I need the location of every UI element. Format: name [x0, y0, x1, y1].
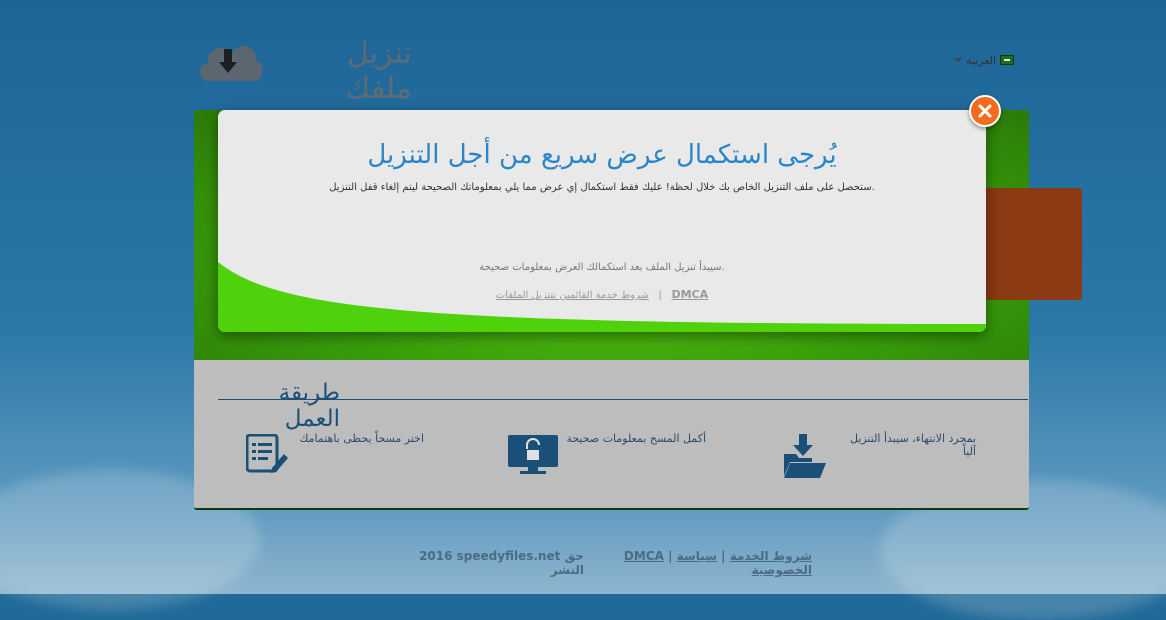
footer-terms-link[interactable]: شروط الخدمة [730, 549, 812, 563]
modal-separator: | [658, 290, 662, 301]
modal-links: شروط خدمة القائمين بتنزيل الملفات | DMCA [218, 288, 986, 301]
survey-edit-icon [246, 434, 288, 473]
footer-dmca-link[interactable]: DMCA [624, 549, 664, 563]
footer-links: DMCA | شروط الخدمة | سياسة الخصوصية [612, 549, 812, 577]
side-ribbon [985, 188, 1082, 300]
modal-dmca-link[interactable]: DMCA [671, 288, 708, 301]
close-button[interactable] [969, 95, 1001, 127]
step-3-text: بمجرد الانتهاء، سيبدأ التنزيل آلياً [849, 432, 976, 458]
footer-separator: | [668, 549, 673, 563]
how-it-works-title: طريقة العمل [278, 380, 340, 432]
language-label: العربية [966, 53, 997, 67]
site-title: تنزيل ملفك [345, 36, 412, 106]
divider [218, 399, 1028, 400]
modal-description: .ستحصل على ملف التنزيل الخاص بك خلال لحظ… [329, 182, 875, 193]
close-icon [978, 104, 992, 118]
modal-note: .سيبدأ تنزيل الملف بعد استكمالك العرض بم… [479, 262, 725, 273]
modal-title: يُرجى استكمال عرض سريع من أجل التنزيل [367, 140, 837, 170]
footer-separator: | [721, 549, 726, 563]
offer-modal: يُرجى استكمال عرض سريع من أجل التنزيل .س… [218, 110, 986, 332]
step-2-text: أكمل المسح بمعلومات صحيحة [566, 432, 706, 445]
footer-copyright: 2016 speedyfiles.net حق النشر [419, 549, 584, 577]
flag-icon [1000, 55, 1015, 65]
chevron-down-icon [954, 58, 962, 62]
step-1-text: اختر مسحاً يحظى باهتمامك [299, 432, 424, 445]
modal-terms-link[interactable]: شروط خدمة القائمين بتنزيل الملفات [496, 290, 649, 301]
unlock-monitor-icon [508, 435, 558, 474]
language-selector[interactable]: العربية [954, 52, 1024, 68]
download-folder-icon [784, 434, 826, 478]
download-cloud-icon [199, 46, 263, 81]
